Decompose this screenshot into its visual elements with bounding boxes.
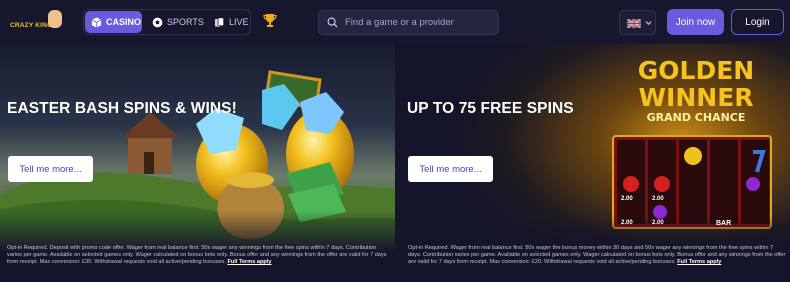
language-selector[interactable] [619,10,656,35]
tab-sports-label: SPORTS [167,17,204,27]
search-input[interactable] [345,17,495,28]
game-logo-line1: GOLDEN [637,56,755,85]
game-logo-line3: GRAND CHANCE [646,111,746,124]
full-terms-link[interactable]: Full Terms apply [227,259,271,265]
product-nav: CASINO SPORTS LIVE [83,9,251,35]
header: CRAZY KING CASINO SPORTS LIVE Find a gam… [0,0,790,44]
full-terms-link[interactable]: Full Terms apply [677,259,721,265]
reel-tag: 2.00 [652,220,664,226]
tell-me-more-button[interactable]: Tell me more... [8,156,93,182]
promo-card-easter: EASTER BASH SPINS & WINS! Tell me more..… [0,44,395,282]
search-bar[interactable] [318,10,499,35]
game-logo-line2: WINNER [638,83,754,112]
game-logo: GOLDEN WINNER GRAND CHANCE [616,58,776,123]
search-icon [327,17,338,28]
promo-terms: Opt-in Required. Wager from real balance… [408,245,786,266]
reel-tag: 2.00 [652,196,664,202]
reel-tag: BAR [716,220,732,227]
promo-title: EASTER BASH SPINS & WINS! [7,100,237,117]
chevron-down-icon [645,21,652,25]
sports-ball-icon [152,17,163,27]
promo-terms: Opt-in Required. Deposit with promo code… [7,245,391,266]
trophy-icon[interactable] [263,13,277,28]
casino-cube-icon [91,16,102,28]
promo-title: UP TO 75 FREE SPINS [407,100,574,117]
logo[interactable]: CRAZY KING [8,8,62,36]
tell-me-more-button[interactable]: Tell me more... [408,156,493,182]
terms-text: Opt-in Required. Deposit with promo code… [7,245,387,265]
promo-card-free-spins: GOLDEN WINNER GRAND CHANCE 2.00 2.00 2.0… [403,44,790,282]
tab-live-label: LIVE [229,17,249,27]
reel-tag: 2.00 [621,220,633,226]
join-now-button[interactable]: Join now [667,9,724,35]
terms-text: Opt-in Required. Wager from real balance… [408,245,786,265]
tab-casino-label: CASINO [106,17,142,27]
uk-flag-icon [627,19,641,28]
logo-mascot-icon [48,10,62,28]
reel-tag: 2.00 [621,196,633,202]
tab-live[interactable]: LIVE [212,11,250,33]
logo-text: CRAZY KING [10,22,53,29]
login-button[interactable]: Login [731,9,784,35]
tab-sports[interactable]: SPORTS [148,11,210,33]
tab-casino[interactable]: CASINO [85,11,142,33]
live-cards-icon [214,17,224,27]
